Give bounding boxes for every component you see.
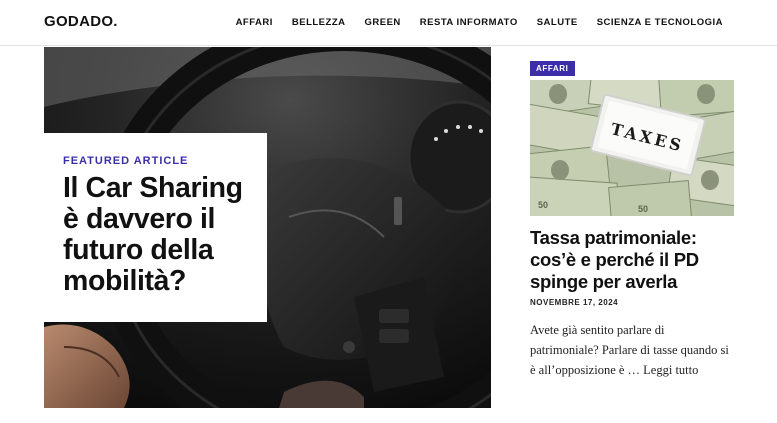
nav-item-salute[interactable]: SALUTE [537,17,578,28]
nav-item-affari[interactable]: AFFARI [236,17,273,28]
nav-item-green[interactable]: GREEN [364,17,400,28]
category-badge[interactable]: AFFARI [530,61,575,76]
excerpt-text: Avete già sentito parlare di patrimonial… [530,323,729,377]
read-more-link[interactable]: Leggi tutto [643,363,698,377]
article-date: NOVEMBRE 17, 2024 [530,298,619,307]
site-logo[interactable]: GODADO. [44,13,118,30]
svg-text:50: 50 [538,200,548,210]
article-excerpt: Avete già sentito parlare di patrimonial… [530,320,735,380]
featured-card: FEATURED ARTICLE Il Car Sharing è davver… [44,133,267,322]
article-thumbnail[interactable]: 50 50 TAXES [530,80,734,216]
taxes-money-photo: 50 50 TAXES [530,80,734,216]
sidebar-article: AFFARI 50 50 TAXES Tassa patrimoniale: c… [530,58,735,380]
svg-text:50: 50 [638,204,648,214]
nav-item-resta-informato[interactable]: RESTA INFORMATO [420,17,518,28]
article-title[interactable]: Tassa patrimoniale: cos’è e perché il PD… [530,227,735,293]
nav-item-bellezza[interactable]: BELLEZZA [292,17,346,28]
featured-kicker: FEATURED ARTICLE [63,155,189,167]
site-header: GODADO. AFFARI BELLEZZA GREEN RESTA INFO… [0,0,777,46]
main-nav: AFFARI BELLEZZA GREEN RESTA INFORMATO SA… [236,17,723,28]
nav-item-scienza-e-tecnologia[interactable]: SCIENZA E TECNOLOGIA [597,17,723,28]
featured-article[interactable]: FEATURED ARTICLE Il Car Sharing è davver… [44,47,491,408]
featured-title[interactable]: Il Car Sharing è davvero il futuro della… [63,173,263,297]
